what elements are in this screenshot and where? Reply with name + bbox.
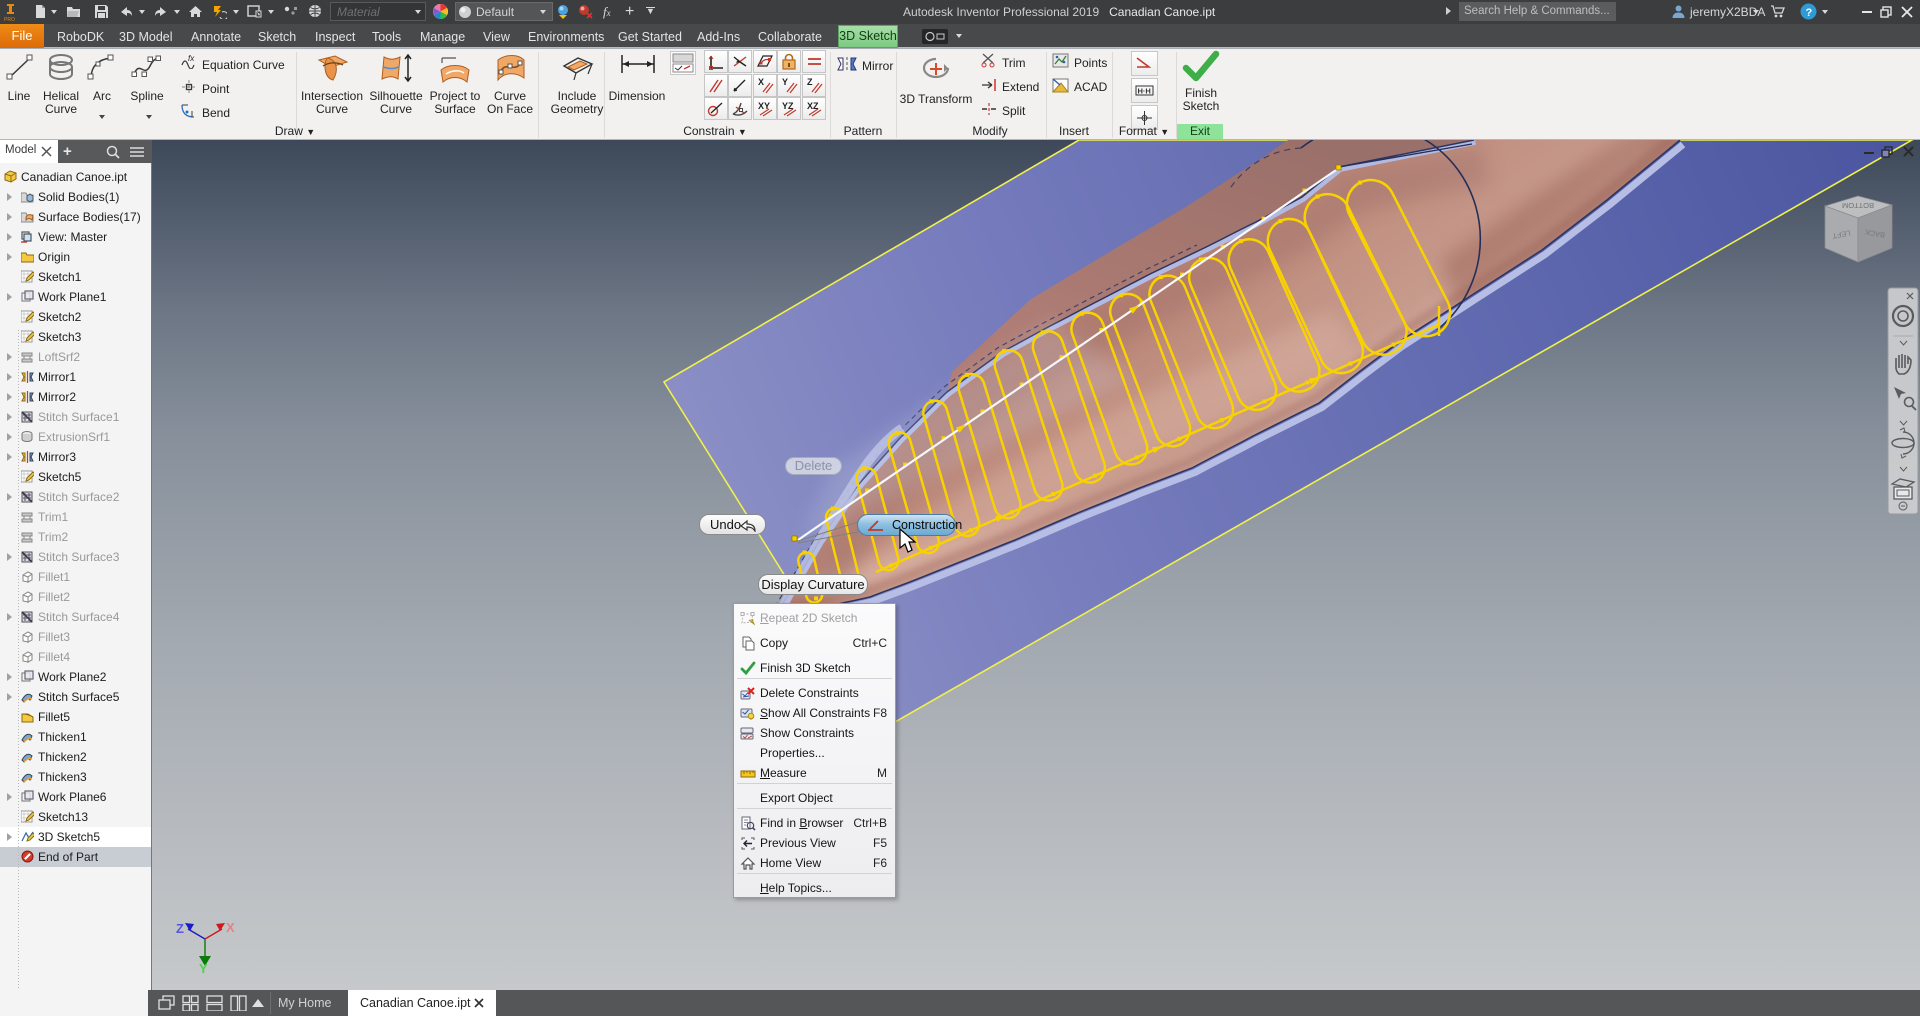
svg-text:Y: Y [782, 77, 788, 87]
svg-text:X: X [758, 77, 764, 87]
svg-text:PRO: PRO [4, 17, 15, 22]
svg-text:?: ? [1806, 7, 1813, 19]
svg-text:H·H: H·H [1138, 87, 1151, 96]
svg-text:Y: Y [199, 961, 208, 976]
svg-text:X: X [226, 920, 235, 935]
svg-text:BOTTOM: BOTTOM [1842, 201, 1874, 210]
svg-text:Z: Z [176, 921, 184, 936]
svg-text:Z: Z [807, 77, 813, 87]
svg-text:fx: fx [188, 54, 195, 63]
